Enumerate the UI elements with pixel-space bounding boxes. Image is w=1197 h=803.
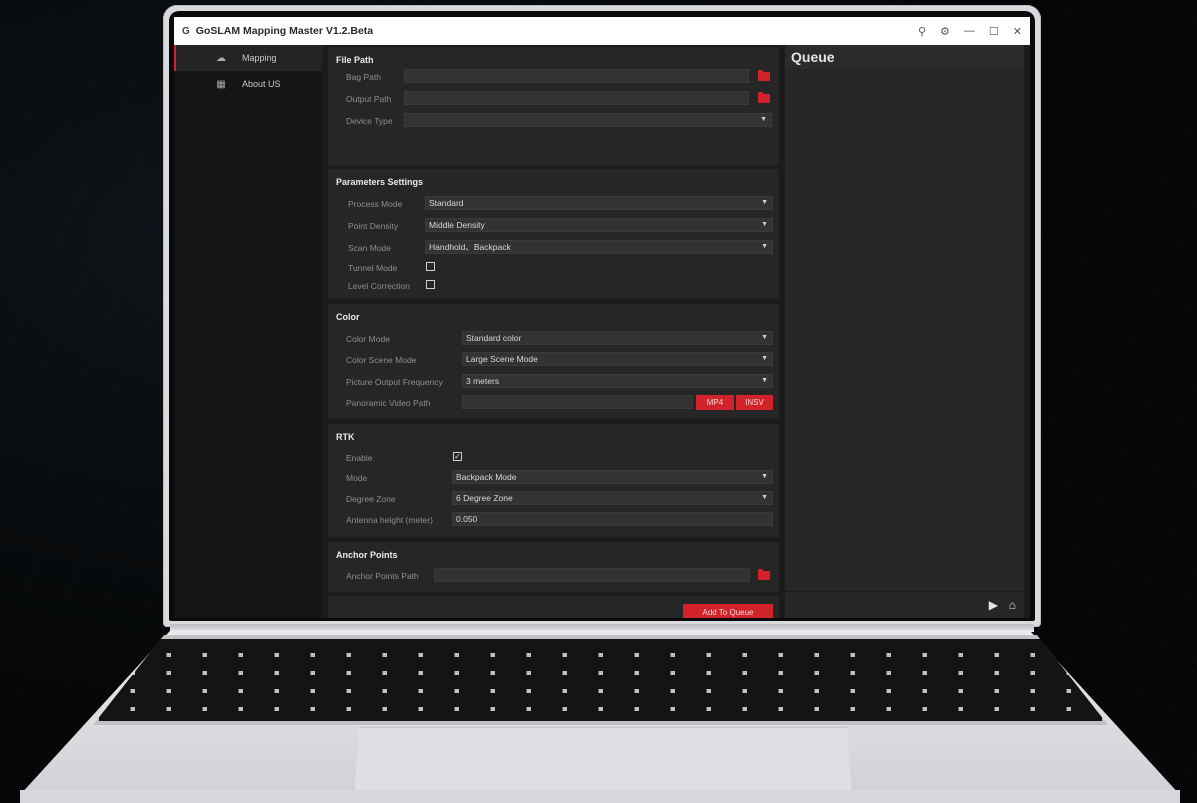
level-correction-label: Level Correction bbox=[348, 281, 410, 291]
anchor-path-label: Anchor Points Path bbox=[346, 571, 419, 581]
color-mode-value: Standard color bbox=[466, 333, 522, 343]
queue-list[interactable] bbox=[785, 71, 1024, 588]
panel-title: File Path bbox=[336, 55, 374, 65]
add-to-queue-button[interactable]: Add To Queue bbox=[683, 604, 773, 618]
color-scene-value: Large Scene Mode bbox=[466, 354, 538, 364]
rtk-mode-select[interactable]: Backpack Mode ▼ bbox=[452, 470, 773, 484]
process-mode-label: Process Mode bbox=[348, 199, 403, 209]
laptop-touchpad bbox=[354, 727, 852, 797]
color-panel: Color Color Mode Standard color ▼ Color … bbox=[328, 304, 779, 419]
panel-title: Anchor Points bbox=[336, 550, 398, 560]
chevron-down-icon: ▼ bbox=[760, 116, 767, 123]
antenna-height-label: Antenna height (meter) bbox=[346, 515, 433, 525]
panel-title: RTK bbox=[336, 432, 355, 442]
point-density-value: Middle Density bbox=[429, 220, 485, 230]
scan-mode-label: Scan Mode bbox=[348, 243, 391, 253]
laptop-front-edge bbox=[20, 790, 1180, 803]
maximize-button[interactable]: ☐ bbox=[989, 25, 999, 38]
output-path-label: Output Path bbox=[346, 94, 392, 104]
app-window: G GoSLAM Mapping Master V1.2.Beta ⚲ ⚙ — … bbox=[174, 17, 1030, 618]
insv-button[interactable]: INSV bbox=[736, 395, 773, 410]
tunnel-mode-checkbox[interactable] bbox=[426, 262, 435, 271]
rtk-panel: RTK Enable ✓ Mode Backpack Mode ▼ Degree… bbox=[328, 424, 779, 537]
bag-path-input[interactable] bbox=[404, 69, 749, 83]
grid-icon: ▦ bbox=[216, 78, 226, 90]
chevron-down-icon: ▼ bbox=[761, 355, 768, 362]
process-mode-value: Standard bbox=[429, 198, 464, 208]
panel-title: Color bbox=[336, 312, 360, 322]
output-path-folder-icon[interactable] bbox=[758, 92, 770, 103]
file-path-panel: File Path Bag Path Output Path Device Ty… bbox=[328, 47, 779, 165]
window-title: GoSLAM Mapping Master V1.2.Beta bbox=[195, 25, 374, 37]
minimize-button[interactable]: — bbox=[964, 25, 975, 38]
action-bar: Add To Queue bbox=[328, 596, 779, 618]
scan-mode-value: Handhold、Backpack bbox=[429, 242, 511, 252]
anchor-path-input[interactable] bbox=[434, 568, 750, 582]
color-scene-label: Color Scene Mode bbox=[346, 355, 417, 365]
window-controls: ⚲ ⚙ — ☐ ✕ bbox=[918, 25, 1022, 38]
chevron-down-icon: ▼ bbox=[761, 377, 768, 384]
tunnel-mode-label: Tunnel Mode bbox=[348, 263, 398, 273]
rtk-enable-label: Enable bbox=[346, 453, 373, 463]
degree-zone-value: 6 Degree Zone bbox=[456, 493, 513, 503]
settings-main: File Path Bag Path Output Path Device Ty… bbox=[328, 45, 779, 618]
chevron-down-icon: ▼ bbox=[761, 494, 768, 501]
output-path-input[interactable] bbox=[404, 91, 749, 105]
antenna-height-input[interactable]: 0.050 bbox=[452, 512, 773, 526]
clear-queue-icon[interactable]: ⌂ bbox=[1009, 598, 1016, 612]
keyboard-keys bbox=[99, 639, 1102, 721]
picture-freq-value: 3 meters bbox=[466, 376, 500, 386]
point-density-label: Point Density bbox=[348, 221, 399, 231]
chevron-down-icon: ▼ bbox=[761, 199, 768, 206]
rtk-mode-value: Backpack Mode bbox=[456, 472, 517, 482]
title-bar: G GoSLAM Mapping Master V1.2.Beta ⚲ ⚙ — … bbox=[174, 17, 1030, 45]
sidebar-item-mapping[interactable]: ☁ Mapping bbox=[174, 45, 322, 71]
picture-freq-select[interactable]: 3 meters ▼ bbox=[462, 374, 773, 388]
chevron-down-icon: ▼ bbox=[761, 473, 768, 480]
mp4-button[interactable]: MP4 bbox=[696, 395, 734, 410]
app-logo-icon: G bbox=[182, 25, 190, 37]
chevron-down-icon: ▼ bbox=[761, 243, 768, 250]
sidebar-item-about[interactable]: ▦ About US bbox=[174, 71, 322, 97]
cloud-icon: ☁ bbox=[216, 52, 226, 64]
anchor-points-panel: Anchor Points Anchor Points Path bbox=[328, 542, 779, 592]
anchor-path-folder-icon[interactable] bbox=[758, 569, 770, 580]
device-type-label: Device Type bbox=[346, 116, 393, 126]
parameters-panel: Parameters Settings Process Mode Standar… bbox=[328, 169, 779, 299]
queue-panel: Queue ▶ ⌂ bbox=[785, 45, 1024, 618]
bag-path-folder-icon[interactable] bbox=[758, 70, 770, 81]
degree-zone-label: Degree Zone bbox=[346, 494, 396, 504]
point-density-select[interactable]: Middle Density ▼ bbox=[425, 218, 773, 232]
level-correction-checkbox[interactable] bbox=[426, 280, 435, 289]
bag-path-label: Bag Path bbox=[346, 72, 381, 82]
settings-icon[interactable]: ⚙ bbox=[940, 25, 950, 38]
queue-title: Queue bbox=[785, 45, 1024, 69]
rtk-enable-checkbox[interactable]: ✓ bbox=[453, 452, 462, 461]
pano-video-input[interactable] bbox=[462, 395, 693, 409]
panel-title: Parameters Settings bbox=[336, 177, 424, 187]
sidebar-item-label: Mapping bbox=[242, 53, 277, 63]
chevron-down-icon: ▼ bbox=[761, 334, 768, 341]
color-scene-select[interactable]: Large Scene Mode ▼ bbox=[462, 352, 773, 366]
queue-footer: ▶ ⌂ bbox=[785, 591, 1024, 618]
picture-freq-label: Picture Output Frequency bbox=[346, 377, 443, 387]
color-mode-label: Color Mode bbox=[346, 334, 390, 344]
scan-mode-select[interactable]: Handhold、Backpack ▼ bbox=[425, 240, 773, 254]
pin-icon[interactable]: ⚲ bbox=[918, 25, 926, 38]
rtk-mode-label: Mode bbox=[346, 473, 368, 483]
sidebar-item-label: About US bbox=[242, 79, 281, 89]
process-mode-select[interactable]: Standard ▼ bbox=[425, 196, 773, 210]
pano-video-label: Panoramic Video Path bbox=[346, 398, 431, 408]
degree-zone-select[interactable]: 6 Degree Zone ▼ bbox=[452, 491, 773, 505]
device-type-select[interactable]: ▼ bbox=[404, 113, 772, 127]
close-button[interactable]: ✕ bbox=[1013, 25, 1022, 38]
chevron-down-icon: ▼ bbox=[761, 221, 768, 228]
color-mode-select[interactable]: Standard color ▼ bbox=[462, 331, 773, 345]
laptop-keyboard bbox=[93, 635, 1108, 725]
sidebar: ☁ Mapping ▦ About US bbox=[174, 45, 322, 618]
play-icon[interactable]: ▶ bbox=[989, 598, 998, 612]
